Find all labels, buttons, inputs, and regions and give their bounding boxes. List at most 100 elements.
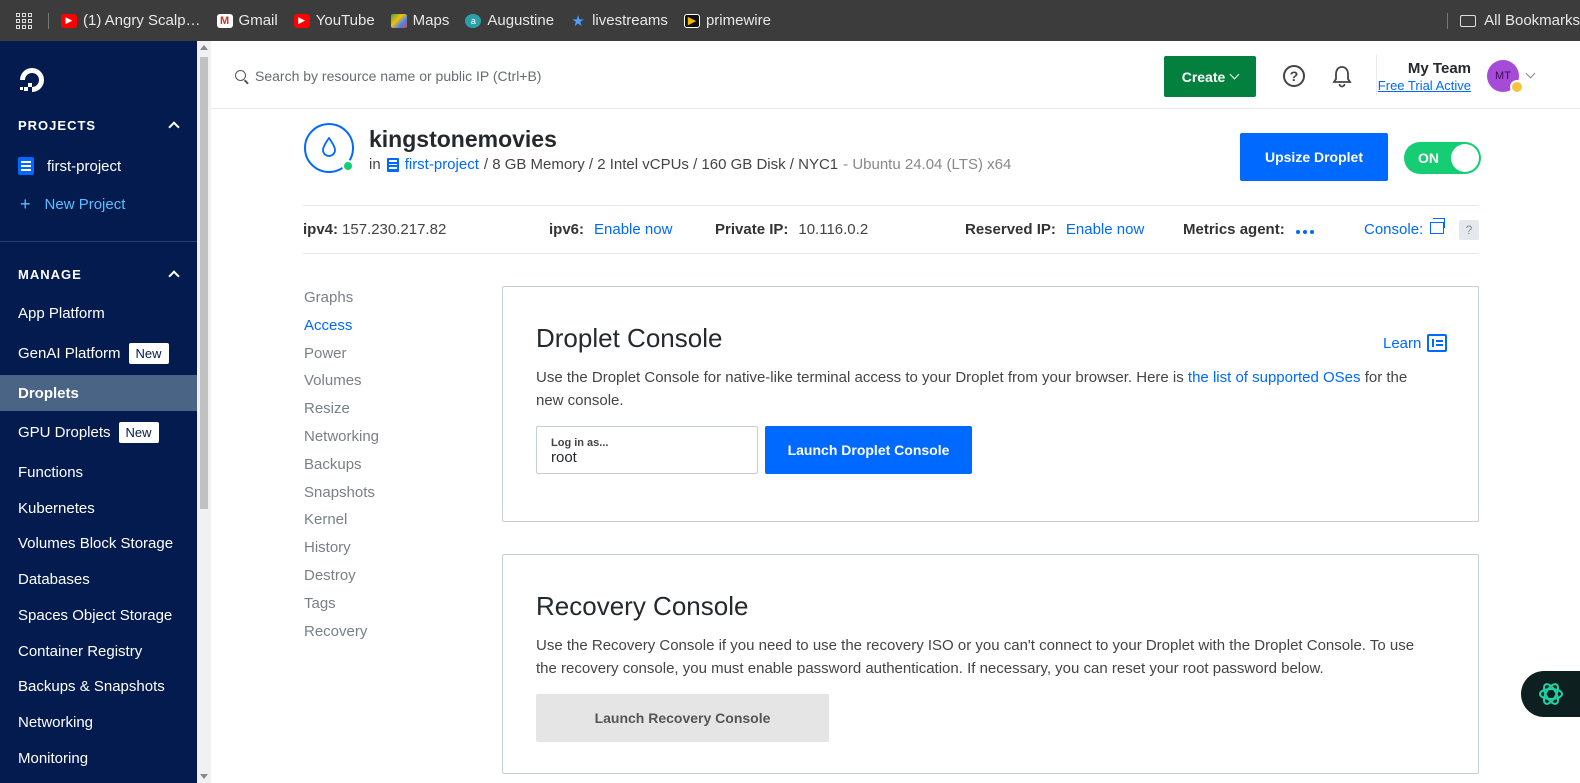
learn-label: Learn: [1383, 334, 1422, 352]
sidebar-item-label: App Platform: [18, 304, 105, 322]
console-link[interactable]: Console:: [1364, 221, 1423, 238]
sidebar-item-droplets[interactable]: Droplets: [0, 375, 197, 411]
tab-tags[interactable]: Tags: [304, 595, 379, 623]
droplet-console-title: Droplet Console: [536, 323, 723, 353]
droplet-specs: / 8 GB Memory / 2 Intel vCPUs / 160 GB D…: [483, 156, 839, 173]
digitalocean-logo-icon[interactable]: [17, 65, 47, 95]
tab-resize[interactable]: Resize: [304, 400, 379, 428]
tab-recovery[interactable]: Recovery: [304, 623, 379, 651]
launch-droplet-console-button[interactable]: Launch Droplet Console: [765, 426, 972, 474]
sidebar-project-first-project[interactable]: first-project: [18, 157, 121, 175]
sidebar-item-monitoring[interactable]: Monitoring: [0, 740, 197, 776]
private-ip-value[interactable]: 10.116.0.2: [798, 221, 868, 238]
droplet-project-link[interactable]: first-project: [405, 156, 479, 173]
sidebar-scrollbar[interactable]: [197, 41, 211, 783]
ipv4-label: ipv4:: [303, 221, 339, 238]
chevron-up-icon: [168, 121, 180, 133]
bookmark-label: YouTube: [315, 12, 375, 29]
tab-kernel[interactable]: Kernel: [304, 511, 379, 539]
bookmarks-separator: [48, 12, 49, 29]
bookmark-label: (1) Angry Scalp…: [83, 12, 201, 29]
droplet-tabs: Graphs Access Power Volumes Resize Netwo…: [304, 289, 379, 650]
bookmark-item[interactable]: ▶ (1) Angry Scalp…: [61, 12, 201, 29]
droplet-os: - Ubuntu 24.04 (LTS) x64: [843, 156, 1012, 173]
scroll-up-arrow-icon[interactable]: [200, 45, 208, 50]
tab-snapshots[interactable]: Snapshots: [304, 484, 379, 512]
launch-recovery-console-button[interactable]: Launch Recovery Console: [536, 694, 829, 742]
tab-access[interactable]: Access: [304, 317, 379, 345]
team-name[interactable]: My Team: [1371, 60, 1471, 77]
bookmark-item[interactable]: ▶ primewire: [683, 12, 771, 29]
bookmark-item[interactable]: Maps: [390, 12, 449, 29]
create-button[interactable]: Create: [1164, 56, 1256, 97]
manage-heading[interactable]: MANAGE: [18, 267, 180, 282]
reserved-ip-enable-link[interactable]: Enable now: [1066, 221, 1144, 238]
tab-backups[interactable]: Backups: [304, 456, 379, 484]
primewire-icon: ▶: [683, 13, 700, 28]
ipv6-enable-link[interactable]: Enable now: [594, 221, 672, 238]
tab-destroy[interactable]: Destroy: [304, 567, 379, 595]
login-as-input[interactable]: [551, 449, 741, 466]
projects-heading[interactable]: PROJECTS: [18, 118, 180, 133]
gmail-icon: M: [216, 13, 233, 28]
droplet-name: kingstonemovies: [369, 126, 557, 152]
help-tooltip-icon[interactable]: ?: [1459, 220, 1479, 240]
project-label: first-project: [47, 157, 122, 175]
upsize-droplet-button[interactable]: Upsize Droplet: [1240, 133, 1388, 181]
power-toggle[interactable]: ON: [1404, 142, 1481, 174]
sidebar-item-app-platform[interactable]: App Platform: [0, 295, 197, 331]
tab-power[interactable]: Power: [304, 345, 379, 373]
scrollbar-thumb[interactable]: [200, 57, 208, 509]
folder-icon: [1460, 14, 1477, 27]
sidebar-item-databases[interactable]: Databases: [0, 561, 197, 597]
augustine-icon: a: [465, 13, 482, 28]
sidebar-item-spaces[interactable]: Spaces Object Storage: [0, 597, 197, 633]
create-button-label: Create: [1181, 68, 1226, 85]
bookmark-item[interactable]: ▶ YouTube: [293, 12, 375, 29]
console-info[interactable]: Console:: [1364, 221, 1423, 238]
sidebar-item-networking[interactable]: Networking: [0, 704, 197, 740]
recovery-console-card: Recovery Console Use the Recovery Consol…: [502, 554, 1479, 774]
status-online-icon: [342, 160, 354, 172]
new-badge: New: [128, 342, 169, 364]
sidebar-item-genai-platform[interactable]: GenAI Platform New: [0, 335, 197, 371]
ipv4-value[interactable]: 157.230.217.82: [342, 221, 446, 238]
sidebar-item-gpu-droplets[interactable]: GPU Droplets New: [0, 414, 197, 450]
bookmark-item[interactable]: ★ livestreams: [570, 12, 668, 30]
tab-volumes[interactable]: Volumes: [304, 372, 379, 400]
ai-assistant-button[interactable]: [1521, 671, 1580, 717]
avatar-badge-icon: [1510, 80, 1524, 94]
tab-networking[interactable]: Networking: [304, 428, 379, 456]
sidebar-item-functions[interactable]: Functions: [0, 454, 197, 490]
sidebar-item-kubernetes[interactable]: Kubernetes: [0, 490, 197, 526]
bookmark-label: Gmail: [238, 12, 278, 29]
all-bookmarks[interactable]: All Bookmarks: [1447, 0, 1580, 41]
bookmark-item[interactable]: a Augustine: [465, 12, 554, 29]
chevron-down-icon[interactable]: [1525, 68, 1536, 79]
tab-history[interactable]: History: [304, 539, 379, 567]
search-input[interactable]: [255, 65, 755, 87]
learn-link[interactable]: Learn: [1383, 334, 1448, 352]
bell-icon[interactable]: [1331, 64, 1353, 88]
more-options-icon[interactable]: [1296, 230, 1314, 234]
bookmark-item[interactable]: M Gmail: [216, 12, 278, 29]
login-as-field[interactable]: Log in as...: [536, 426, 758, 474]
bookmark-label: livestreams: [592, 12, 668, 29]
free-trial-link[interactable]: Free Trial Active: [1371, 78, 1471, 93]
help-icon[interactable]: ?: [1283, 65, 1305, 87]
maps-icon: [390, 13, 407, 28]
sidebar-item-container-registry[interactable]: Container Registry: [0, 633, 197, 669]
external-window-icon[interactable]: [1430, 218, 1445, 234]
new-project-link[interactable]: + New Project: [18, 194, 125, 215]
supported-os-link[interactable]: the list of supported OSes: [1188, 369, 1361, 386]
scroll-down-arrow-icon[interactable]: [200, 774, 208, 779]
sidebar-item-label: Monitoring: [18, 749, 89, 767]
chevron-up-icon: [168, 270, 180, 282]
apps-grid-icon[interactable]: [16, 12, 32, 29]
tab-graphs[interactable]: Graphs: [304, 289, 379, 317]
sidebar-item-backups-snapshots[interactable]: Backups & Snapshots: [0, 668, 197, 704]
sidebar-item-label: Networking: [18, 713, 94, 731]
reserved-ip-info: Reserved IP: Enable now: [965, 221, 1144, 238]
sidebar-item-volumes[interactable]: Volumes Block Storage: [0, 525, 197, 561]
project-icon: [18, 157, 34, 175]
